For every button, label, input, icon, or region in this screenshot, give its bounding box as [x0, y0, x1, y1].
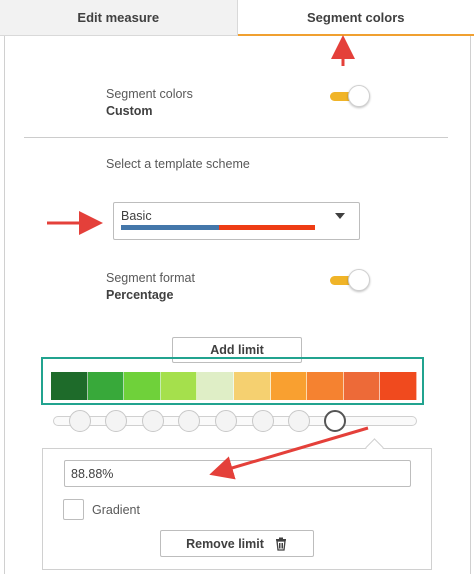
remove-limit-label: Remove limit [186, 536, 264, 551]
limit-handle-1[interactable] [68, 410, 91, 432]
tab-bar: Edit measure Segment colors [0, 0, 474, 36]
segment-colors-value: Custom [106, 104, 153, 118]
limit-value-input[interactable] [64, 460, 411, 487]
color-segment-4[interactable] [160, 372, 198, 400]
remove-limit-button[interactable]: Remove limit [160, 530, 314, 557]
trash-icon [275, 537, 286, 551]
tab-segment-colors[interactable]: Segment colors [237, 0, 474, 36]
segment-format-value: Percentage [106, 288, 174, 302]
color-segment-8[interactable] [307, 372, 344, 400]
segment-colors-label: Segment colors [106, 87, 193, 101]
limit-handle-2[interactable] [105, 410, 128, 432]
color-segment-6[interactable] [233, 372, 271, 400]
color-segment-9[interactable] [343, 372, 381, 400]
scheme-preview-blue [121, 225, 219, 230]
color-segment-1[interactable] [51, 372, 88, 400]
limit-handle-6[interactable] [251, 410, 274, 432]
segment-format-label: Segment format [106, 271, 195, 285]
panel-border-right [470, 36, 471, 574]
color-segment-2[interactable] [87, 372, 125, 400]
template-scheme-dropdown[interactable]: Basic [113, 202, 360, 240]
color-segment-3[interactable] [124, 372, 161, 400]
limit-handle-5[interactable] [215, 410, 237, 432]
toggle-knob [348, 85, 370, 107]
panel-border-left [4, 36, 5, 574]
color-segment-10[interactable] [380, 372, 417, 400]
color-segment-5[interactable] [197, 372, 234, 400]
segment-colors-toggle[interactable] [330, 85, 370, 107]
gradient-checkbox[interactable] [63, 499, 84, 520]
scheme-preview-red [219, 225, 315, 230]
limit-handle-8[interactable] [323, 410, 346, 432]
template-scheme-value: Basic [121, 209, 152, 223]
limit-handle-7[interactable] [288, 410, 311, 432]
color-segment-7[interactable] [270, 372, 308, 400]
tab-edit-measure[interactable]: Edit measure [0, 0, 238, 36]
segment-format-toggle[interactable] [330, 269, 370, 291]
limit-handle-3[interactable] [141, 410, 164, 432]
segment-color-bar [51, 372, 417, 400]
chevron-down-icon [335, 213, 345, 219]
limit-handle-4[interactable] [178, 410, 201, 432]
toggle-knob [348, 269, 370, 291]
gradient-label: Gradient [92, 503, 140, 517]
section-divider [24, 137, 448, 138]
template-scheme-label: Select a template scheme [106, 157, 250, 171]
